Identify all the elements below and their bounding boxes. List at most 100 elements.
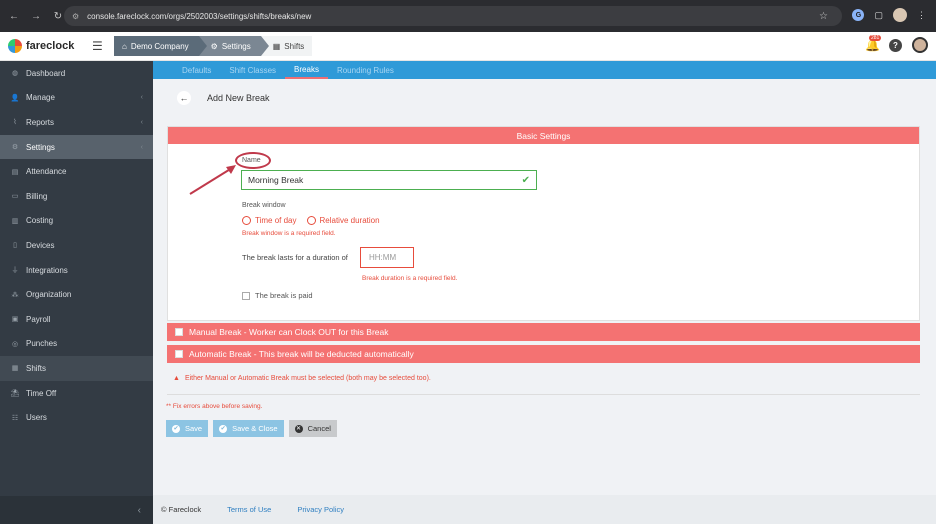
card-icon: ▭ <box>11 193 19 201</box>
person-icon: 👤 <box>10 94 20 102</box>
sidebar-item-payroll[interactable]: ▣ Payroll <box>0 307 153 332</box>
sidebar-item-reports[interactable]: ⌇ Reports ‹ <box>0 110 153 135</box>
sidebar-item-dashboard[interactable]: ◍ Dashboard <box>0 61 153 86</box>
tab-rounding-rules[interactable]: Rounding Rules <box>328 61 403 79</box>
tablet-icon: ▯ <box>13 242 17 250</box>
dashboard-icon: ◍ <box>11 70 19 78</box>
url-text: console.fareclock.com/orgs/2502003/setti… <box>87 11 312 21</box>
logo[interactable]: fareclock <box>0 39 86 53</box>
break-window-label: Break window <box>242 202 286 209</box>
shifts-icon: ▦ <box>272 41 281 51</box>
manual-break-checkbox[interactable]: Manual Break - Worker can Clock OUT for … <box>167 323 920 341</box>
sidebar-item-label: Costing <box>26 216 54 226</box>
chevron-left-icon: ‹ <box>140 143 143 151</box>
cancel-button[interactable]: ✕ Cancel <box>288 420 337 437</box>
browser-chrome: ← → ↻ ⚙ console.fareclock.com/orgs/25020… <box>0 0 936 32</box>
sidebar-item-users[interactable]: ☷ Users <box>0 405 153 430</box>
basic-settings-card: Basic Settings Name Morning Break ✔ Brea… <box>167 126 920 321</box>
sidebar-item-organization[interactable]: ⁂ Organization <box>0 282 153 307</box>
close-circle-icon: ✕ <box>294 424 303 433</box>
radio-relative-duration[interactable]: Relative duration <box>306 216 380 225</box>
breadcrumb-company[interactable]: ⌂ Demo Company <box>114 36 207 56</box>
sidebar-item-label: Manage <box>26 93 55 103</box>
sidebar-item-devices[interactable]: ▯ Devices <box>0 233 153 258</box>
save-close-button[interactable]: ✔ Save & Close <box>213 420 284 437</box>
brand-name: fareclock <box>26 40 75 52</box>
reload-icon[interactable]: ↻ <box>52 11 64 22</box>
money-icon: ▣ <box>11 316 19 324</box>
sidebar-item-shifts[interactable]: ▦ Shifts <box>0 356 153 381</box>
warning-icon: ▲ <box>173 375 180 382</box>
extension-icon[interactable]: G <box>852 9 865 21</box>
chevron-left-icon: ‹ <box>140 94 143 102</box>
duration-label: The break lasts for a duration of <box>242 253 348 262</box>
home-icon: ⌂ <box>122 41 127 51</box>
address-bar[interactable]: ⚙ console.fareclock.com/orgs/2502003/set… <box>64 6 842 26</box>
breadcrumb-settings[interactable]: ⚙ Settings <box>198 36 269 56</box>
browser-profile-icon[interactable] <box>893 8 907 22</box>
help-icon[interactable]: ? <box>889 38 902 52</box>
chevron-left-icon: ‹ <box>140 118 143 126</box>
radio-circle-icon <box>306 216 316 225</box>
save-button[interactable]: ✔ Save <box>166 420 209 437</box>
site-settings-icon[interactable]: ⚙ <box>72 12 79 21</box>
terms-link[interactable]: Terms of Use <box>227 505 271 514</box>
main-content: Defaults Shift Classes Breaks Rounding R… <box>153 61 936 524</box>
paid-checkbox[interactable]: The break is paid <box>242 291 313 300</box>
settings-tabs: Defaults Shift Classes Breaks Rounding R… <box>153 61 936 79</box>
breadcrumb: ⌂ Demo Company ⚙ Settings ▦ Shifts <box>114 36 313 56</box>
page-header: ← Add New Break <box>153 79 936 117</box>
punch-icon: ◎ <box>11 340 19 348</box>
sidebar-item-billing[interactable]: ▭ Billing <box>0 184 153 209</box>
app-header: fareclock ☰ ⌂ Demo Company ⚙ Settings ▦ … <box>0 32 936 61</box>
sidebar-item-label: Billing <box>26 191 48 201</box>
tab-breaks[interactable]: Breaks <box>285 61 328 79</box>
fareclock-logo-icon <box>8 39 22 53</box>
sidebar-item-label: Dashboard <box>26 68 66 78</box>
notification-count-badge: 281 <box>869 35 882 41</box>
automatic-break-checkbox[interactable]: Automatic Break - This break will be ded… <box>167 345 920 363</box>
hamburger-menu-icon[interactable]: ☰ <box>92 39 104 53</box>
avatar[interactable] <box>912 37 928 53</box>
sidebar-item-punches[interactable]: ◎ Punches <box>0 332 153 357</box>
form-actions: ✔ Save ✔ Save & Close ✕ Cancel <box>166 420 337 437</box>
back-arrow-button[interactable]: ← <box>177 91 191 105</box>
sidebar-collapse-button[interactable]: ‹ <box>0 496 153 524</box>
shifts-icon: ▦ <box>11 365 19 373</box>
browser-menu-icon[interactable]: ⋮ <box>917 10 926 21</box>
radio-time-of-day[interactable]: Time of day <box>242 216 297 225</box>
tab-defaults[interactable]: Defaults <box>173 61 220 79</box>
name-input[interactable]: Morning Break ✔ <box>241 170 537 190</box>
forward-icon[interactable]: → <box>30 11 42 22</box>
sidebar-item-label: Time Off <box>26 388 57 398</box>
break-window-error: Break window is a required field. <box>242 230 336 237</box>
fix-errors-message: ** Fix errors above before saving. <box>166 403 263 410</box>
check-circle-icon: ✔ <box>172 424 180 433</box>
extensions-puzzle-icon[interactable]: ▢ <box>874 10 883 21</box>
sidebar-item-label: Users <box>26 413 47 423</box>
sidebar-item-label: Reports <box>26 117 55 127</box>
bar-chart-icon: ▥ <box>11 217 19 225</box>
privacy-link[interactable]: Privacy Policy <box>297 505 344 514</box>
sidebar-item-label: Devices <box>26 240 55 250</box>
gear-icon: ⚙ <box>11 144 19 152</box>
checkbox-icon <box>175 328 183 336</box>
radio-circle-icon <box>242 216 251 225</box>
tab-shift-classes[interactable]: Shift Classes <box>220 61 285 79</box>
duration-error: Break duration is a required field. <box>362 275 458 282</box>
sidebar-item-attendance[interactable]: ▤ Attendance <box>0 159 153 184</box>
duration-input[interactable]: HH:MM <box>360 247 414 268</box>
sidebar-item-label: Punches <box>26 339 58 349</box>
sidebar-item-manage[interactable]: 👤 Manage ‹ <box>0 86 153 111</box>
sidebar-item-integrations[interactable]: ⏚ Integrations <box>0 258 153 283</box>
sidebar-item-costing[interactable]: ▥ Costing <box>0 209 153 234</box>
bookmark-star-icon[interactable]: ☆ <box>819 11 828 22</box>
checkbox-icon <box>175 350 183 358</box>
back-icon[interactable]: ← <box>8 11 20 22</box>
calendar-icon: ▤ <box>11 168 19 176</box>
sidebar-item-label: Attendance <box>26 167 67 177</box>
sidebar-item-time-off[interactable]: ⛱ Time Off <box>0 381 153 406</box>
page-title: Add New Break <box>207 93 270 103</box>
sidebar-item-settings[interactable]: ⚙ Settings ‹ <box>0 134 153 160</box>
notifications-bell-icon[interactable]: 🔔 281 <box>865 35 882 52</box>
